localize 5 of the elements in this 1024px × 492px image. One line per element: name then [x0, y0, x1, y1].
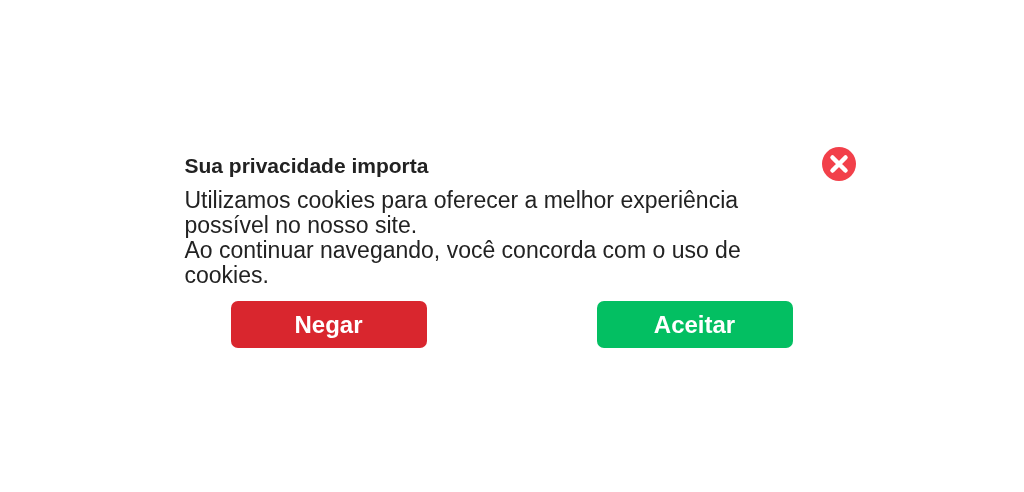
message-text: Ao continuar navegando, você concorda com o uso de cookies.: [184, 238, 742, 288]
dialog-title: Sua privacidade importa: [184, 154, 429, 178]
deny-button[interactable]: Negar: [230, 301, 427, 348]
message-text: Utilizamos cookies para oferecer a melhor experiência possível no nosso site.: [184, 188, 740, 238]
close-button[interactable]: [820, 146, 857, 182]
